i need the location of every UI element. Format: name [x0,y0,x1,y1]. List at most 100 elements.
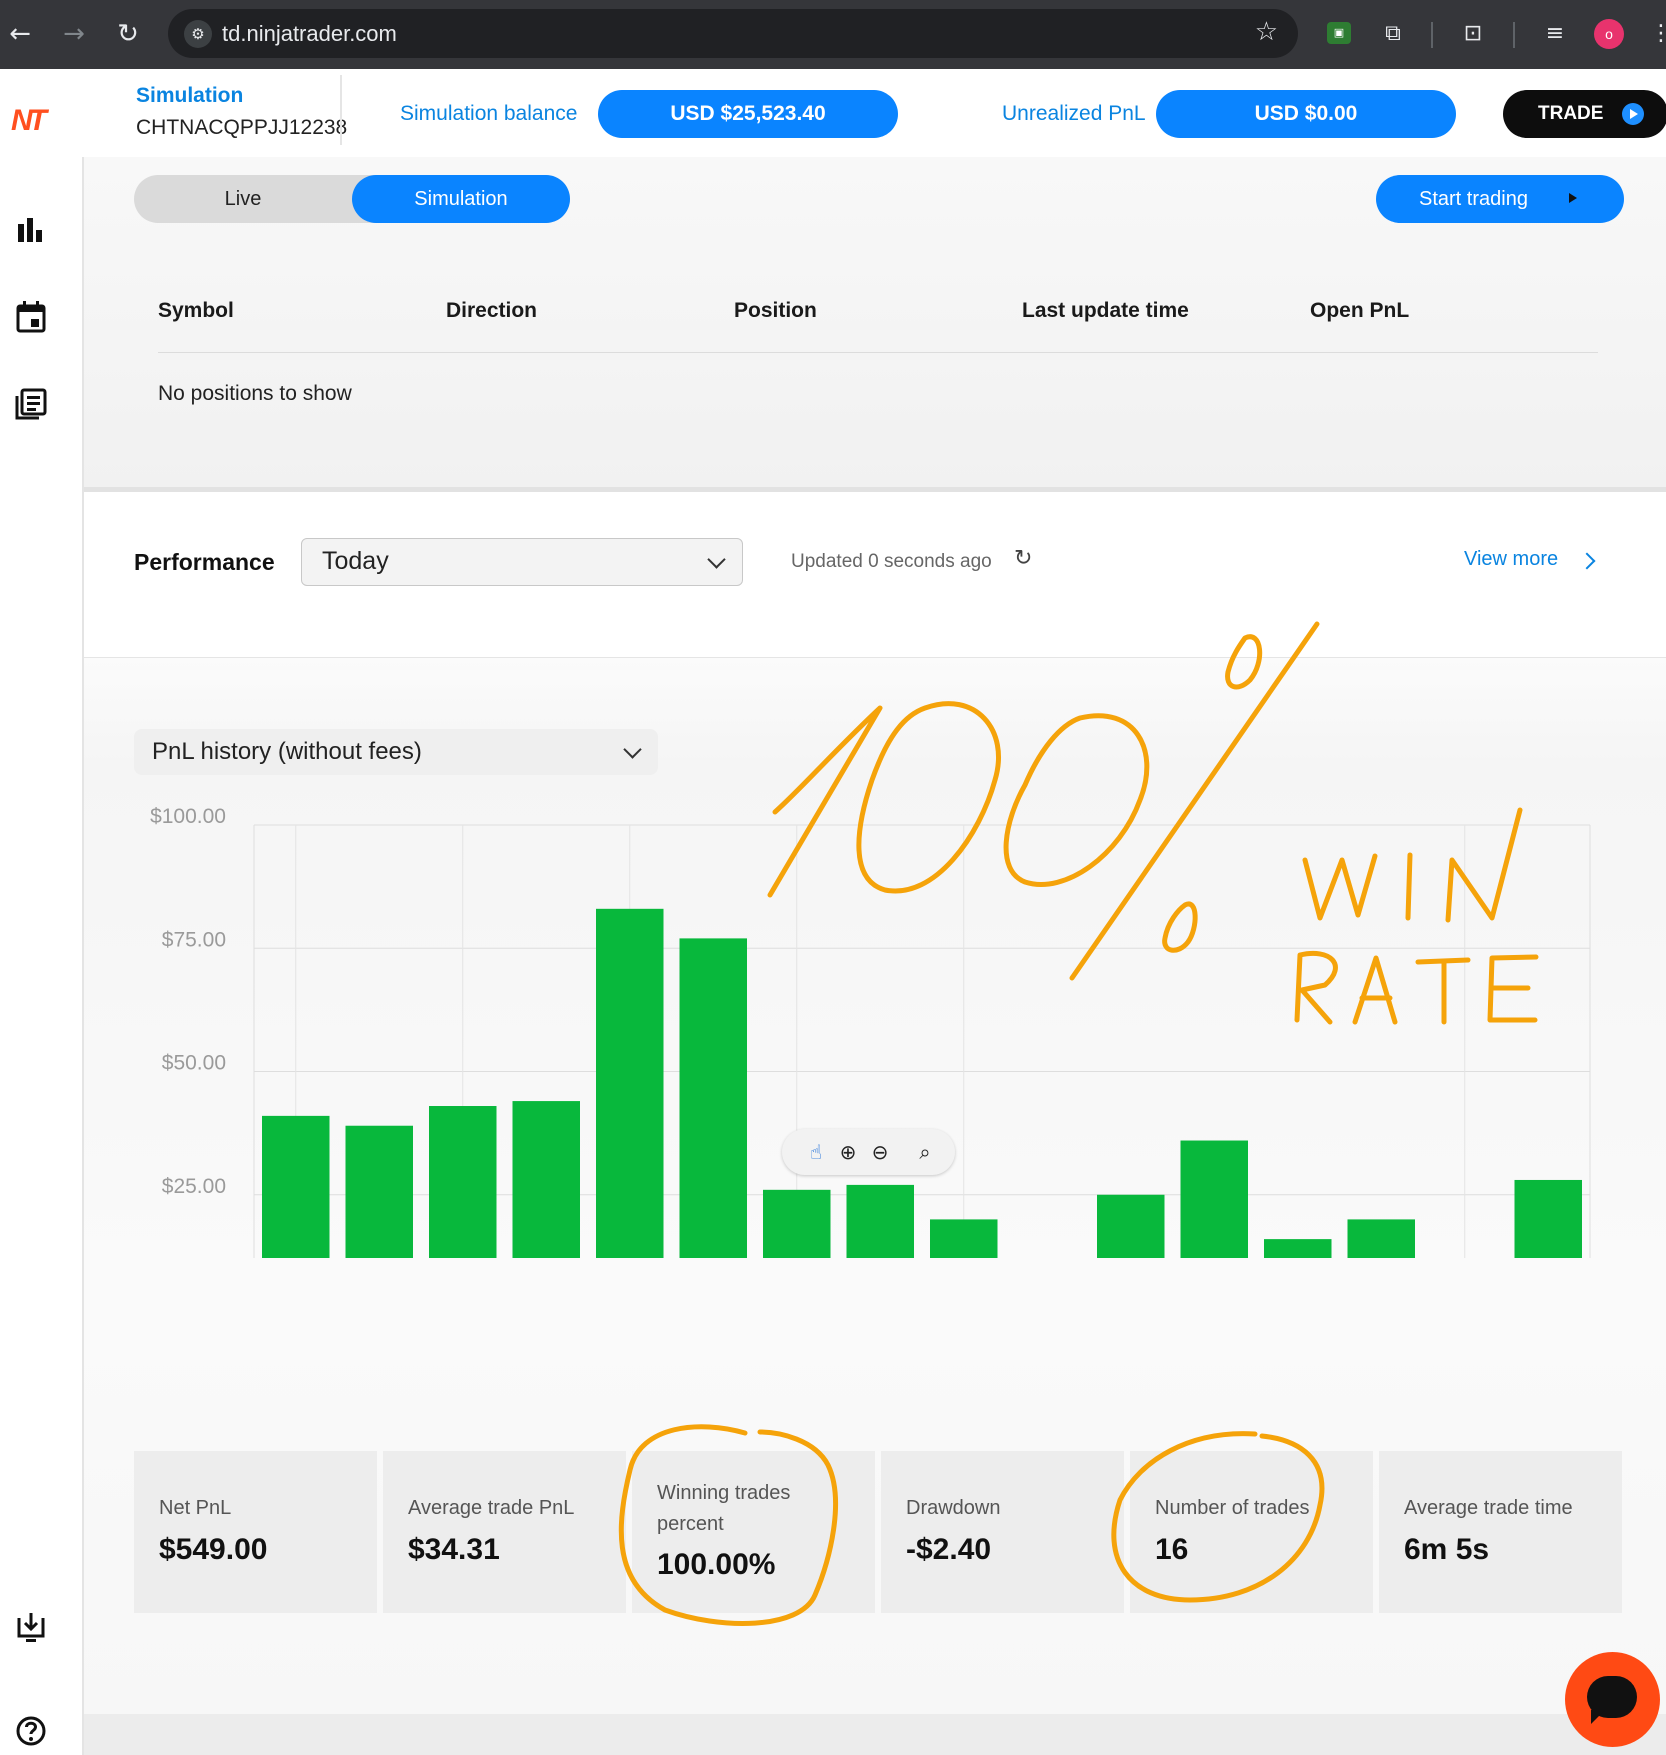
column-header-open-pnl[interactable]: Open PnL [1310,299,1409,323]
stat-value: 6m 5s [1404,1533,1490,1566]
chevron-down-icon [707,550,726,569]
pnl-bar [846,1184,914,1258]
y-tick-label: $50.00 [162,1052,226,1075]
pnl-bar [930,1219,998,1258]
calendar-icon[interactable] [14,300,48,334]
browser-toolbar: ← → ↻ ⚙ td.ninjatrader.com ☆ ▣ ⧉ ⊡ ≡ o ⋮ [0,0,1666,69]
toggle-live[interactable]: Live [134,175,352,223]
column-header-direction[interactable]: Direction [446,299,537,323]
bookmark-star-icon[interactable]: ☆ [1255,17,1278,47]
back-icon[interactable]: ← [0,14,40,54]
pnl-bar [429,1106,497,1258]
unrealized-pnl-value: USD $0.00 [1156,90,1456,138]
y-tick-label: $25.00 [162,1175,226,1198]
play-arrow-icon [1569,193,1577,203]
column-header-last-update[interactable]: Last update time [1022,299,1189,323]
toolbar-divider [1513,22,1515,48]
reload-icon[interactable]: ↻ [108,14,148,54]
stat-label: Average trade time [1404,1497,1573,1519]
pnl-bar [1180,1140,1248,1258]
positions-panel: Live Simulation Start trading Symbol Dir… [84,157,1666,492]
stat-label: Average trade PnL [408,1497,575,1519]
start-trading-label: Start trading [1419,188,1528,210]
stat-label: Number of trades [1155,1497,1310,1519]
trade-button-label: TRADE [1538,103,1604,124]
header-divider [340,75,342,145]
pnl-bar [763,1189,831,1258]
performance-title: Performance [134,549,275,575]
toolbar-divider [1431,22,1433,48]
pnl-bar [1514,1179,1582,1258]
updated-status: Updated 0 seconds ago [791,551,992,572]
view-more-link[interactable]: View more [1464,548,1558,571]
extension-icon[interactable]: ▣ [1327,22,1351,44]
live-sim-toggle[interactable]: Live Simulation [134,175,570,223]
zoom-out-icon[interactable]: ⊖ [866,1138,894,1166]
chat-button[interactable] [1565,1652,1660,1747]
stat-number-of-trades: Number of trades 16 [1130,1451,1373,1613]
start-trading-button[interactable]: Start trading [1376,175,1624,223]
table-divider [158,352,1598,353]
stat-value: $549.00 [159,1533,268,1566]
search-tab-icon[interactable]: ⊡ [1458,19,1488,49]
media-queue-icon[interactable]: ≡ [1540,19,1570,49]
help-icon[interactable] [14,1714,48,1748]
pnl-bar [679,938,747,1258]
stat-label: Net PnL [159,1497,232,1519]
zoom-in-icon[interactable]: ⊕ [834,1138,862,1166]
stat-value: 16 [1155,1533,1189,1566]
trade-button[interactable]: TRADE [1503,90,1666,138]
pnl-bar [1264,1239,1332,1258]
pan-hand-icon[interactable]: ☝ [802,1138,830,1166]
news-icon[interactable] [14,387,48,421]
ninjatrader-logo[interactable]: NT [11,104,47,138]
performance-card: Performance Today Updated 0 seconds ago … [84,492,1666,1714]
left-sidebar: NT [0,69,84,1755]
profile-avatar[interactable]: o [1594,19,1624,49]
empty-positions-message: No positions to show [158,382,352,405]
chart-zoom-toolbar: ☝ ⊕ ⊖ ⌕ [782,1129,955,1175]
simulation-balance-label: Simulation balance [400,102,578,125]
menu-kebab-icon[interactable]: ⋮ [1650,19,1666,49]
stat-net-pnl: Net PnL $549.00 [134,1451,377,1613]
chevron-right-icon[interactable] [1578,552,1596,570]
period-value: Today [322,547,389,575]
refresh-icon[interactable]: ↻ [1014,546,1032,571]
chat-bubble-tail [1591,1710,1605,1724]
simulation-balance-value: USD $25,523.40 [598,90,898,138]
pnl-bar [1097,1194,1165,1258]
account-id: CHTNACQPPJJ12238 [136,116,348,139]
address-bar[interactable]: ⚙ td.ninjatrader.com ☆ [168,9,1298,58]
bar-chart-icon[interactable] [14,214,48,248]
account-header: Simulation CHTNACQPPJJ12238 Simulation b… [82,69,1666,157]
column-header-symbol[interactable]: Symbol [158,299,234,323]
column-header-position[interactable]: Position [734,299,817,323]
toggle-simulation[interactable]: Simulation [352,175,570,223]
play-icon [1622,103,1644,125]
url-text[interactable]: td.ninjatrader.com [222,21,397,47]
stat-average-trade-time: Average trade time 6m 5s [1379,1451,1622,1613]
stat-winning-trades-percent: Winning trades percent 100.00% [632,1451,875,1613]
site-settings-icon[interactable]: ⚙ [184,20,212,48]
pnl-bar [596,908,664,1258]
stat-value: -$2.40 [906,1533,992,1566]
y-tick-label: $75.00 [162,928,226,951]
stat-label: Winning trades percent [657,1482,791,1535]
stat-drawdown: Drawdown -$2.40 [881,1451,1124,1613]
stat-value: $34.31 [408,1533,500,1566]
account-type[interactable]: Simulation [136,84,243,108]
page-footer-strip [84,1714,1666,1755]
pnl-bar [1347,1219,1415,1258]
unrealized-pnl-label: Unrealized PnL [1002,102,1146,125]
pnl-bar [512,1101,580,1258]
y-tick-label: $100.00 [150,805,226,828]
download-icon[interactable] [14,1610,48,1644]
stat-value: 100.00% [657,1548,776,1581]
extensions-puzzle-icon[interactable]: ⧉ [1378,19,1408,49]
zoom-reset-icon[interactable]: ⌕ [911,1138,939,1166]
stat-average-trade-pnl: Average trade PnL $34.31 [383,1451,626,1613]
pnl-bar [345,1125,413,1258]
period-select[interactable]: Today [301,538,743,586]
forward-icon[interactable]: → [54,14,94,54]
pnl-bar [262,1115,330,1258]
